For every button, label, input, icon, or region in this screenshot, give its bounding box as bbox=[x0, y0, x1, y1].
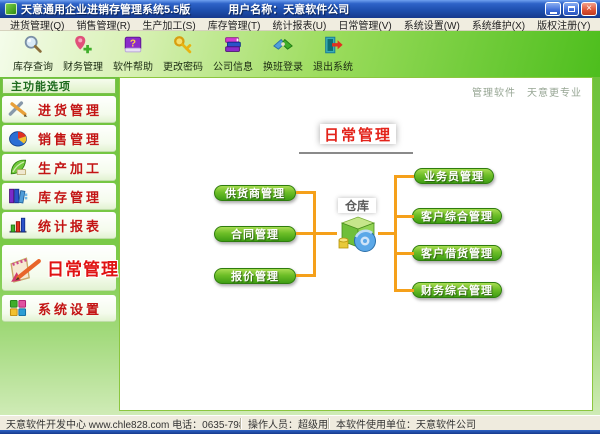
menu-sales[interactable]: 销售管理(R) bbox=[70, 17, 136, 32]
sidebar-item-inventory[interactable]: 库存管理 bbox=[2, 183, 116, 210]
pencil-tools-icon bbox=[7, 98, 29, 120]
toolbar-label: 软件帮助 bbox=[113, 58, 153, 73]
diagram-title: 日常管理 bbox=[320, 124, 396, 144]
toolbar-exit[interactable]: 退出系统 bbox=[308, 34, 358, 73]
toolbar-shift-login[interactable]: 换班登录 bbox=[258, 34, 308, 73]
status-developer-info: 天意软件开发中心 www.chle828.com 电话：0635-7987985… bbox=[0, 416, 240, 431]
bar-chart-icon bbox=[7, 214, 29, 236]
statusbar: 天意软件开发中心 www.chle828.com 电话：0635-7987985… bbox=[0, 415, 600, 430]
menubar: 进货管理(Q) 销售管理(R) 生产加工(S) 库存管理(T) 统计报表(U) … bbox=[0, 18, 600, 31]
sidebar: 主功能选项 进货管理 销售管理 bbox=[0, 77, 118, 415]
node-supplier-management[interactable]: 供货商管理 bbox=[214, 185, 296, 201]
sidebar-item-label: 日常管理 bbox=[47, 255, 119, 280]
node-finance-management[interactable]: 财务综合管理 bbox=[412, 282, 502, 298]
node-salesman-management[interactable]: 业务员管理 bbox=[414, 168, 494, 184]
toolbar-label: 财务管理 bbox=[63, 58, 103, 73]
menu-production[interactable]: 生产加工(S) bbox=[136, 17, 201, 32]
toolbar-label: 更改密码 bbox=[163, 58, 203, 73]
sidebar-item-label: 生产加工 bbox=[38, 158, 102, 177]
close-icon: × bbox=[586, 4, 592, 14]
connector-line bbox=[394, 175, 414, 178]
toolbar-inventory-query[interactable]: 库存查询 bbox=[8, 34, 58, 73]
menu-purchase[interactable]: 进货管理(Q) bbox=[4, 17, 70, 32]
menu-inventory[interactable]: 库存管理(T) bbox=[202, 17, 267, 32]
toolbar-label: 库存查询 bbox=[13, 58, 53, 73]
minimize-icon bbox=[550, 12, 557, 14]
connector-line bbox=[394, 215, 414, 218]
exit-door-icon bbox=[322, 34, 344, 56]
toolbar-company-info[interactable]: 公司信息 bbox=[208, 34, 258, 73]
handshake-icon bbox=[272, 34, 294, 56]
menu-ime[interactable]: 输入法(Z) bbox=[597, 17, 600, 32]
menu-register[interactable]: 版权注册(Y) bbox=[531, 17, 596, 32]
minimize-button[interactable] bbox=[545, 2, 561, 16]
warehouse-box-cd-icon bbox=[332, 213, 380, 253]
brand-slogan: 管理软件 天意更专业 bbox=[472, 84, 582, 99]
user-name-label: 用户名称：天意软件公司 bbox=[228, 1, 349, 17]
node-customer-management[interactable]: 客户综合管理 bbox=[412, 208, 502, 224]
search-icon bbox=[22, 34, 44, 56]
connector-line bbox=[394, 252, 414, 255]
sidebar-item-label: 进货管理 bbox=[38, 100, 102, 119]
connector-line bbox=[394, 175, 397, 292]
sidebar-item-label: 库存管理 bbox=[38, 187, 102, 206]
toolbar-change-password[interactable]: 更改密码 bbox=[158, 34, 208, 73]
sidebar-header: 主功能选项 bbox=[2, 78, 116, 94]
toolbar-label: 公司信息 bbox=[213, 58, 253, 73]
window-title: 天意通用企业进销存管理系统5.5版 bbox=[21, 1, 190, 17]
toolbar: 库存查询 财务管理 ? 软件帮助 更改密码 bbox=[0, 31, 600, 77]
svg-text:?: ? bbox=[130, 38, 136, 49]
notepad-pencil-icon bbox=[7, 250, 43, 286]
titlebar: 天意通用企业进销存管理系统5.5版 用户名称：天意软件公司 × bbox=[0, 0, 600, 18]
close-button[interactable]: × bbox=[581, 2, 597, 16]
sidebar-item-reports[interactable]: 统计报表 bbox=[2, 212, 116, 239]
app-icon bbox=[5, 3, 17, 15]
key-icon bbox=[172, 34, 194, 56]
finance-icon bbox=[72, 34, 94, 56]
menu-settings[interactable]: 系统设置(W) bbox=[398, 17, 466, 32]
node-contract-management[interactable]: 合同管理 bbox=[214, 226, 296, 242]
content-panel: 管理软件 天意更专业 日常管理 供货商管理 合同管理 报价管理 业务员管理 客户… bbox=[119, 77, 593, 411]
window-bottom-border bbox=[0, 430, 600, 434]
books-shelf-icon bbox=[7, 185, 29, 207]
pie-chart-icon bbox=[7, 127, 29, 149]
connector-line bbox=[394, 289, 414, 292]
toolbar-label: 换班登录 bbox=[263, 58, 303, 73]
menu-daily[interactable]: 日常管理(V) bbox=[332, 17, 397, 32]
status-company: 本软件使用单位：天意软件公司 bbox=[330, 416, 600, 431]
leaf-book-icon bbox=[7, 156, 29, 178]
sidebar-item-label: 销售管理 bbox=[38, 129, 102, 148]
sidebar-item-production[interactable]: 生产加工 bbox=[2, 154, 116, 181]
toolbar-help[interactable]: ? 软件帮助 bbox=[108, 34, 158, 73]
books-icon bbox=[222, 34, 244, 56]
sidebar-item-purchase[interactable]: 进货管理 bbox=[2, 96, 116, 123]
menu-reports[interactable]: 统计报表(U) bbox=[266, 17, 332, 32]
main-body: 主功能选项 进货管理 销售管理 bbox=[0, 77, 600, 415]
restore-button[interactable] bbox=[563, 2, 579, 16]
sidebar-item-sales[interactable]: 销售管理 bbox=[2, 125, 116, 152]
blocks-icon bbox=[7, 297, 29, 319]
sidebar-item-settings[interactable]: 系统设置 bbox=[2, 295, 116, 322]
status-operator: 操作人员：超级用户 bbox=[242, 416, 328, 431]
diagram-underline bbox=[299, 152, 413, 154]
app-window: 天意通用企业进销存管理系统5.5版 用户名称：天意软件公司 × 进货管理(Q) … bbox=[0, 0, 600, 434]
node-quotation-management[interactable]: 报价管理 bbox=[214, 268, 296, 284]
sidebar-item-label: 统计报表 bbox=[38, 216, 102, 235]
sidebar-item-label: 系统设置 bbox=[38, 299, 102, 318]
restore-icon bbox=[568, 6, 575, 12]
node-customer-loan-management[interactable]: 客户借货管理 bbox=[412, 245, 502, 261]
help-book-icon: ? bbox=[122, 34, 144, 56]
toolbar-finance[interactable]: 财务管理 bbox=[58, 34, 108, 73]
toolbar-label: 退出系统 bbox=[313, 58, 353, 73]
warehouse-label: 仓库 bbox=[338, 198, 376, 213]
menu-maintenance[interactable]: 系统维护(X) bbox=[466, 17, 531, 32]
sidebar-item-daily[interactable]: 日常管理 bbox=[2, 245, 116, 291]
